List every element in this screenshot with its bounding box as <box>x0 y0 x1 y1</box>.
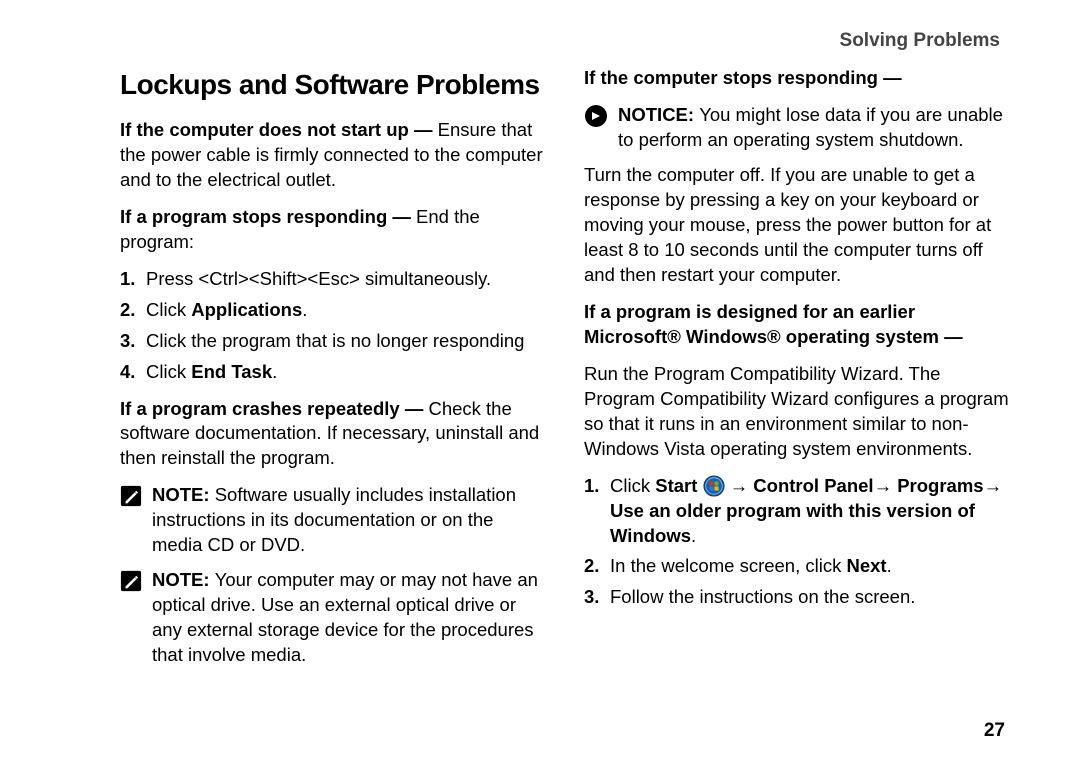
compat-steps: Click Start → Control Panel→ Programs→ U… <box>584 474 1010 611</box>
step-2: Click Applications. <box>120 298 546 323</box>
compat-step-1: Click Start → Control Panel→ Programs→ U… <box>584 474 1010 549</box>
startup-bold: If the computer does not start up — <box>120 119 438 140</box>
earlier-windows-heading: If a program is designed for an earlier … <box>584 300 1010 350</box>
program-stops-paragraph: If a program stops responding — End the … <box>120 205 546 255</box>
compat-step-2: In the welcome screen, click Next. <box>584 554 1010 579</box>
notice-label: NOTICE: <box>618 104 699 125</box>
note-2: NOTE: Your computer may or may not have … <box>120 568 546 668</box>
step-1: Press <Ctrl><Shift><Esc> simultaneously. <box>120 267 546 292</box>
turn-off-paragraph: Turn the computer off. If you are unable… <box>584 163 1010 288</box>
note-2-label: NOTE: <box>152 569 215 590</box>
note-1: NOTE: Software usually includes installa… <box>120 483 546 558</box>
page-number: 27 <box>984 720 1005 742</box>
end-program-steps: Press <Ctrl><Shift><Esc> simultaneously.… <box>120 267 546 385</box>
step-3: Click the program that is no longer resp… <box>120 329 546 354</box>
step-4: Click End Task. <box>120 360 546 385</box>
pencil-icon <box>120 570 142 592</box>
left-column: Lockups and Software Problems If the com… <box>120 66 546 678</box>
program-stops-bold: If a program stops responding — <box>120 206 416 227</box>
compat-step-3: Follow the instructions on the screen. <box>584 585 1010 610</box>
windows-start-icon <box>703 475 725 497</box>
right-column: If the computer stops responding — NOTIC… <box>584 66 1010 678</box>
notice-block: NOTICE: You might lose data if you are u… <box>584 103 1010 153</box>
pencil-icon <box>120 485 142 507</box>
main-heading: Lockups and Software Problems <box>120 66 546 104</box>
crashes-bold: If a program crashes repeatedly — <box>120 398 428 419</box>
startup-paragraph: If the computer does not start up — Ensu… <box>120 118 546 193</box>
stops-responding-heading: If the computer stops responding — <box>584 66 1010 91</box>
note-1-label: NOTE: <box>152 484 215 505</box>
compat-wizard-paragraph: Run the Program Compatibility Wizard. Th… <box>584 362 1010 462</box>
crashes-paragraph: If a program crashes repeatedly — Check … <box>120 397 546 472</box>
section-header: Solving Problems <box>120 30 1010 52</box>
notice-arrow-icon <box>584 104 608 128</box>
